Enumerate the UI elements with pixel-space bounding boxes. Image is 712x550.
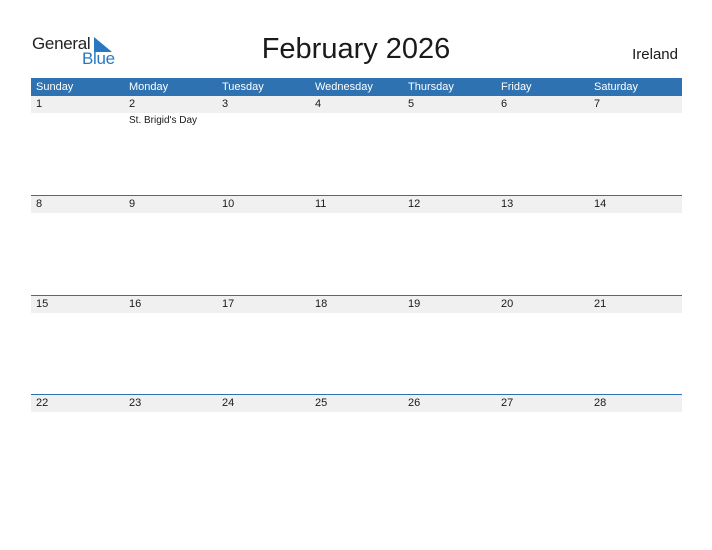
day-number: 23 bbox=[129, 397, 142, 409]
day-event bbox=[217, 113, 310, 127]
day-event bbox=[31, 113, 124, 127]
day-number: 2 bbox=[129, 98, 136, 110]
date-strip: 8 9 10 11 12 13 14 bbox=[31, 196, 682, 213]
day-number: 4 bbox=[315, 98, 322, 110]
date-strip: 15 16 17 18 19 20 21 bbox=[31, 296, 682, 313]
day-number: 10 bbox=[222, 198, 235, 210]
date-strip: 1 2 3 4 5 6 7 bbox=[31, 96, 682, 113]
day-number: 1 bbox=[36, 98, 43, 110]
day-number: 19 bbox=[408, 298, 421, 310]
day-number: 20 bbox=[501, 298, 514, 310]
day-number: 25 bbox=[315, 397, 328, 409]
day-number: 15 bbox=[36, 298, 49, 310]
calendar-title: February 2026 bbox=[261, 33, 451, 65]
day-number: 18 bbox=[315, 298, 328, 310]
weekday-thursday: Thursday bbox=[408, 81, 454, 93]
day-event bbox=[496, 113, 589, 127]
day-number: 21 bbox=[594, 298, 607, 310]
day-number: 8 bbox=[36, 198, 43, 210]
day-number: 16 bbox=[129, 298, 142, 310]
weekday-friday: Friday bbox=[501, 81, 532, 93]
day-number: 27 bbox=[501, 397, 514, 409]
week-row-4: 22 23 24 25 26 27 28 bbox=[31, 394, 682, 412]
country-label: Ireland bbox=[632, 46, 678, 63]
weekday-wednesday: Wednesday bbox=[315, 81, 373, 93]
day-number: 6 bbox=[501, 98, 508, 110]
weekday-saturday: Saturday bbox=[594, 81, 639, 93]
day-number: 28 bbox=[594, 397, 607, 409]
day-number: 7 bbox=[594, 98, 601, 110]
week-row-3: 15 16 17 18 19 20 21 bbox=[31, 295, 682, 313]
day-number: 24 bbox=[222, 397, 235, 409]
day-event bbox=[403, 113, 496, 127]
date-strip: 22 23 24 25 26 27 28 bbox=[31, 395, 682, 412]
events-row: St. Brigid's Day bbox=[31, 113, 682, 127]
day-number: 17 bbox=[222, 298, 235, 310]
day-number: 3 bbox=[222, 98, 229, 110]
day-number: 11 bbox=[315, 198, 327, 210]
weekday-monday: Monday bbox=[129, 81, 169, 93]
day-number: 5 bbox=[408, 98, 415, 110]
weekday-sunday: Sunday bbox=[36, 81, 74, 93]
day-number: 9 bbox=[129, 198, 136, 210]
day-number: 26 bbox=[408, 397, 421, 409]
day-number: 14 bbox=[594, 198, 607, 210]
day-number: 22 bbox=[36, 397, 49, 409]
weekday-header: Sunday Monday Tuesday Wednesday Thursday… bbox=[31, 78, 682, 96]
day-number: 13 bbox=[501, 198, 514, 210]
weekday-tuesday: Tuesday bbox=[222, 81, 264, 93]
holiday-event: St. Brigid's Day bbox=[129, 115, 198, 126]
day-event bbox=[310, 113, 403, 127]
day-number: 12 bbox=[408, 198, 421, 210]
week-row-1: 1 2 3 4 5 6 7 St. Brigid's Day bbox=[31, 96, 682, 127]
day-event bbox=[589, 113, 682, 127]
week-row-2: 8 9 10 11 12 13 14 bbox=[31, 195, 682, 213]
